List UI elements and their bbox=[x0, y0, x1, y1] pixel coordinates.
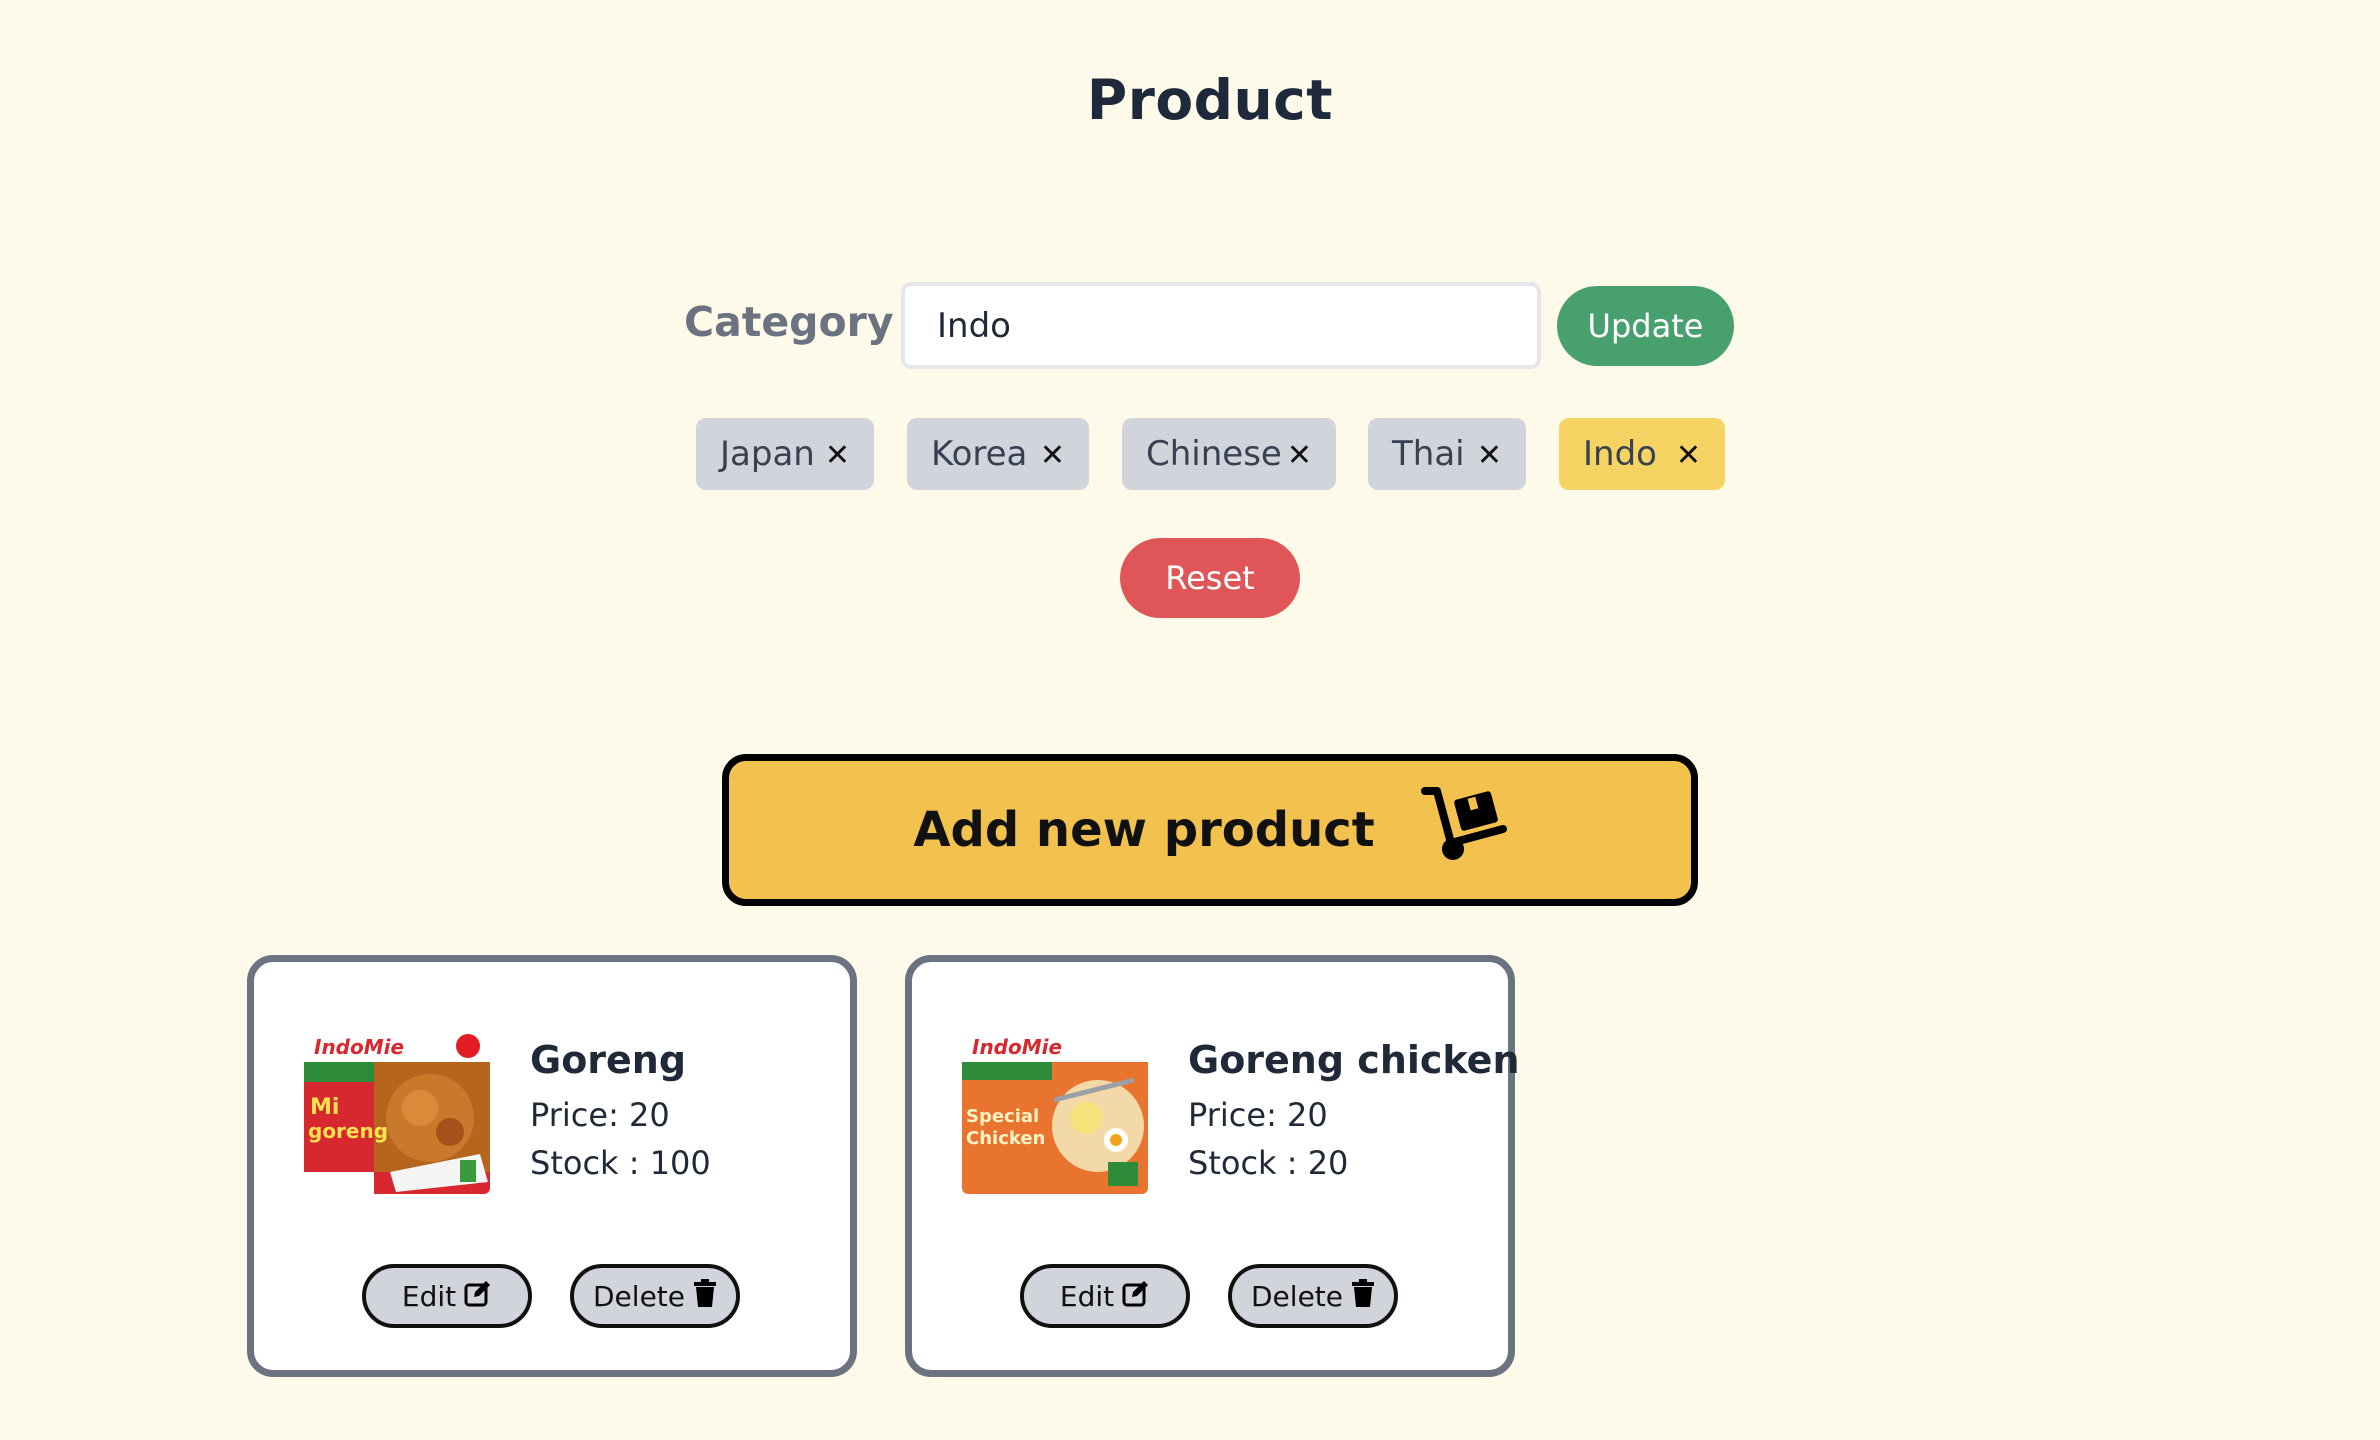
add-product-label: Add new product bbox=[913, 802, 1375, 858]
product-image: IndoMie Mi goreng bbox=[300, 1022, 496, 1202]
category-tag-chinese: Chinese ✕ bbox=[1122, 418, 1336, 490]
dolly-icon bbox=[1420, 785, 1507, 875]
category-tag-japan: Japan ✕ bbox=[696, 418, 874, 490]
update-button[interactable]: Update bbox=[1557, 286, 1734, 366]
product-card: IndoMie Mi goreng Goreng Price: 20 Stock… bbox=[247, 955, 857, 1377]
product-price: Price: 20 bbox=[1188, 1096, 1328, 1134]
svg-text:Special: Special bbox=[966, 1106, 1039, 1127]
svg-text:IndoMie: IndoMie bbox=[972, 1035, 1062, 1059]
tag-label: Chinese bbox=[1146, 434, 1282, 474]
category-tag-korea: Korea ✕ bbox=[907, 418, 1089, 490]
delete-label: Delete bbox=[593, 1279, 685, 1313]
svg-text:Mi: Mi bbox=[310, 1095, 339, 1120]
page-title: Product bbox=[1086, 68, 1334, 132]
product-card: IndoMie Special Chicken Goreng chicken P… bbox=[905, 955, 1520, 1377]
tag-label: Japan bbox=[720, 434, 815, 474]
product-price: Price: 20 bbox=[530, 1096, 670, 1134]
product-page: Product Category : Update Japan ✕ Korea … bbox=[0, 0, 2380, 1440]
delete-label: Delete bbox=[1251, 1279, 1343, 1313]
svg-text:goreng: goreng bbox=[308, 1119, 388, 1143]
category-tag-thai: Thai ✕ bbox=[1368, 418, 1526, 490]
edit-icon bbox=[1122, 1279, 1150, 1314]
edit-icon bbox=[464, 1279, 492, 1314]
trash-icon bbox=[1351, 1278, 1375, 1314]
edit-label: Edit bbox=[1059, 1279, 1115, 1313]
add-new-product-button[interactable]: Add new product bbox=[722, 754, 1698, 906]
product-name: Goreng chicken bbox=[1188, 1038, 1520, 1082]
product-stock: Stock : 20 bbox=[1188, 1144, 1349, 1182]
reset-button[interactable]: Reset bbox=[1120, 538, 1300, 618]
tag-label: Indo bbox=[1583, 434, 1657, 474]
product-image: IndoMie Special Chicken bbox=[958, 1022, 1154, 1202]
edit-label: Edit bbox=[401, 1279, 457, 1313]
category-tag-indo: Indo ✕ bbox=[1559, 418, 1725, 490]
svg-text:Chicken: Chicken bbox=[966, 1128, 1045, 1149]
product-stock: Stock : 100 bbox=[530, 1144, 711, 1182]
delete-button[interactable]: Delete bbox=[1228, 1264, 1398, 1328]
remove-tag-icon[interactable]: ✕ bbox=[1676, 438, 1701, 473]
remove-tag-icon[interactable]: ✕ bbox=[1040, 438, 1065, 473]
remove-tag-icon[interactable]: ✕ bbox=[825, 438, 850, 473]
tag-label: Thai bbox=[1392, 434, 1465, 474]
category-label: Category : bbox=[684, 298, 925, 346]
edit-button[interactable]: Edit bbox=[362, 1264, 532, 1328]
edit-button[interactable]: Edit bbox=[1020, 1264, 1190, 1328]
svg-text:IndoMie: IndoMie bbox=[314, 1035, 404, 1059]
tag-label: Korea bbox=[931, 434, 1028, 474]
product-name: Goreng bbox=[530, 1038, 687, 1082]
remove-tag-icon[interactable]: ✕ bbox=[1287, 438, 1312, 473]
category-input[interactable] bbox=[901, 282, 1541, 369]
delete-button[interactable]: Delete bbox=[570, 1264, 740, 1328]
remove-tag-icon[interactable]: ✕ bbox=[1477, 438, 1502, 473]
trash-icon bbox=[693, 1278, 717, 1314]
